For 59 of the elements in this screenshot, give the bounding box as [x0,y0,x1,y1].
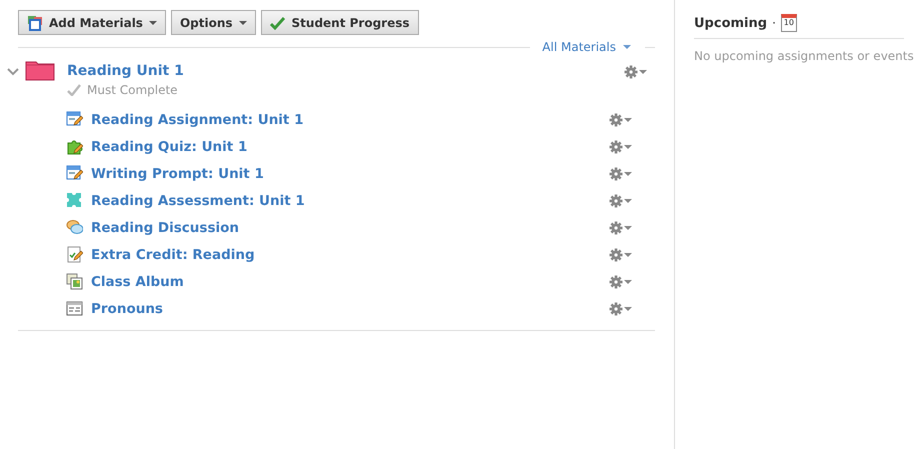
gear-menu[interactable] [609,248,632,262]
toolbar-button[interactable]: Options [170,10,256,35]
material-link[interactable]: Extra Credit: Reading [91,246,609,262]
folder-title-link[interactable]: Reading Unit 1 [67,61,624,81]
gear-icon [609,248,623,262]
gear-icon [624,65,638,79]
material-link[interactable]: Pronouns [91,300,609,316]
checkmark-icon [67,84,81,96]
page-icon [66,300,83,317]
gear-menu[interactable] [609,220,632,234]
gear-icon [609,220,623,234]
caret-icon [624,198,632,202]
puzzle-pencil-icon [66,138,83,155]
caret-icon [623,45,631,49]
caret-icon [624,144,632,148]
caret-icon [624,118,632,122]
assignment-icon [66,165,83,182]
material-link[interactable]: Class Album [91,274,609,290]
separator-dot: · [772,16,776,30]
gear-icon [609,140,623,154]
gear-menu[interactable] [609,166,632,180]
section-title: Upcoming [694,16,768,30]
speech-bubbles-icon [66,219,83,236]
caret-icon [639,70,647,74]
filter-link[interactable]: All Materials [542,40,631,54]
caret-icon [624,280,632,284]
gear-icon [609,194,623,208]
windows-icon [27,14,43,30]
material-link[interactable]: Reading Assessment: Unit 1 [91,192,609,208]
gear-icon [609,274,623,288]
checkmark-icon [270,16,286,30]
photo-album-icon [66,273,83,290]
folder-icon [25,59,55,81]
progress-button[interactable]: Student Progress [260,10,419,35]
toolbar-button[interactable]: Add Materials [18,10,166,35]
gear-icon [609,112,623,126]
gear-menu[interactable] [624,65,647,79]
caret-icon [624,226,632,230]
gear-menu[interactable] [609,112,632,126]
requirement-text: Must Complete [87,83,178,97]
gear-menu[interactable] [609,140,632,154]
caret-icon [624,172,632,176]
caret-icon [624,252,632,256]
material-link[interactable]: Reading Discussion [91,220,609,236]
caret-icon [624,306,632,310]
material-link[interactable]: Writing Prompt: Unit 1 [91,166,609,182]
calendar-icon[interactable]: 10 [780,14,797,32]
gear-menu[interactable] [609,274,632,288]
gear-icon [609,166,623,180]
gear-icon [609,302,623,316]
chevron-down-icon[interactable] [7,68,19,76]
material-link[interactable]: Reading Assignment: Unit 1 [91,112,609,128]
puzzle-icon [66,192,83,209]
material-link[interactable]: Reading Quiz: Unit 1 [91,138,609,154]
gear-menu[interactable] [609,302,632,316]
gear-menu[interactable] [609,194,632,208]
checklist-icon [66,246,83,263]
empty-message: No upcoming assignments or events [694,49,915,63]
assignment-icon [66,111,83,128]
